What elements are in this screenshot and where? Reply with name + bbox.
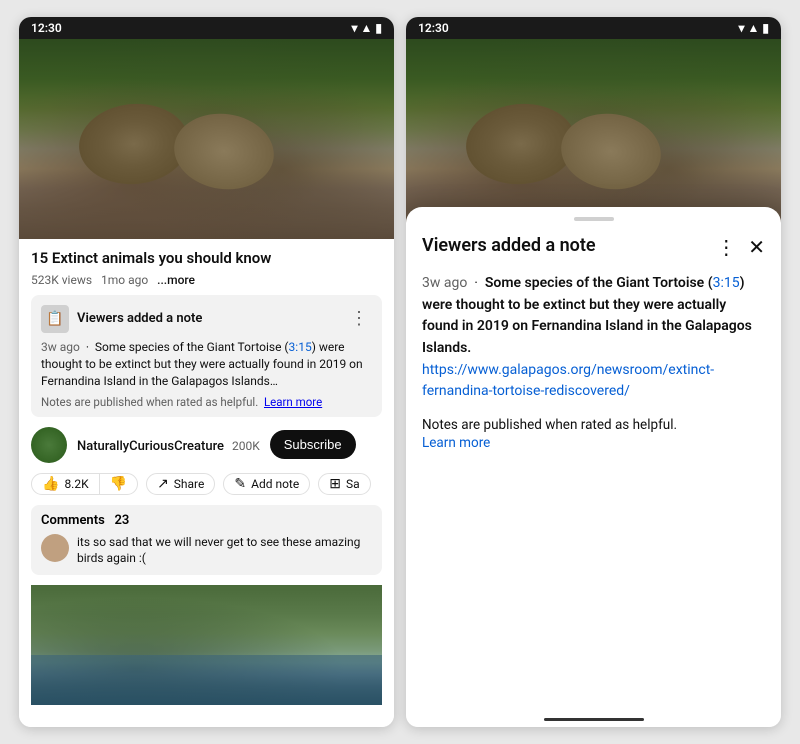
left-status-bar: 12:30 ▾ ▲ ▮ — [19, 17, 394, 39]
share-icon: ↗ — [157, 476, 169, 492]
published-text: Notes are published when rated as helpfu… — [41, 395, 258, 409]
note-published: Notes are published when rated as helpfu… — [41, 395, 372, 409]
note-header: 📋 Viewers added a note ⋮ — [41, 305, 372, 333]
like-icon: 👍 — [42, 476, 59, 492]
right-status-icons: ▾ ▲ ▮ — [738, 21, 769, 35]
sheet-note-published: Notes are published when rated as helpfu… — [422, 417, 765, 433]
sheet-url-link[interactable]: https://www.galapagos.org/newsroom/extin… — [422, 362, 714, 400]
note-timecode[interactable]: 3:15 — [289, 340, 312, 354]
action-bar: 👍 8.2K 👎 ↗ Share ✎ Add n — [31, 473, 382, 495]
bottom-sheet: Viewers added a note ⋮ ✕ 3w ago · Some s… — [406, 207, 781, 727]
add-note-icon: ✎ — [234, 476, 246, 492]
battery-icon: ▮ — [375, 21, 382, 35]
learn-more-link[interactable]: Learn more — [264, 395, 322, 409]
commenter-avatar — [41, 534, 69, 562]
comments-section: Comments 23 its so sad that we will neve… — [31, 505, 382, 576]
video-meta: 523K views 1mo ago ...more — [31, 273, 382, 287]
comments-label: Comments — [41, 513, 105, 528]
add-note-label: Add note — [251, 477, 299, 491]
subscribe-button[interactable]: Subscribe — [270, 430, 356, 459]
left-video-thumbnail[interactable] — [19, 39, 394, 239]
note-header-left: 📋 Viewers added a note — [41, 305, 202, 333]
more-label[interactable]: ...more — [157, 273, 195, 287]
note-age: 3w ago — [41, 340, 80, 354]
wifi-icon: ▾ — [351, 21, 357, 35]
sheet-timecode[interactable]: 3:15 — [713, 275, 740, 291]
add-note-button[interactable]: ✎ Add note — [224, 474, 309, 494]
like-button[interactable]: 👍 8.2K — [32, 474, 100, 494]
save-button[interactable]: ⊞ Sa — [319, 474, 369, 494]
note-text: 3w ago · Some species of the Giant Torto… — [41, 339, 372, 391]
channel-row: NaturallyCuriousCreature 200K Subscribe — [31, 427, 382, 463]
channel-count: 200K — [232, 439, 260, 453]
left-status-time: 12:30 — [31, 21, 62, 35]
note-icon: 📋 — [41, 305, 69, 333]
second-video-thumbnail[interactable] — [31, 585, 382, 705]
left-note-card: 📋 Viewers added a note ⋮ 3w ago · Some s… — [31, 295, 382, 417]
sheet-learn-more-link[interactable]: Learn more — [422, 435, 765, 451]
sheet-title: Viewers added a note — [422, 235, 716, 256]
comments-title: Comments 23 — [41, 513, 372, 528]
right-phone: 12:30 ▾ ▲ ▮ Viewers added a note ⋮ ✕ — [406, 17, 781, 727]
note-body-start: Some species of the Giant Tortoise ( — [95, 340, 289, 354]
video-age: 1mo ago — [101, 273, 148, 287]
left-phone: 12:30 ▾ ▲ ▮ 15 Extinct animals you shoul… — [19, 17, 394, 727]
channel-info: NaturallyCuriousCreature 200K — [77, 435, 260, 454]
sheet-body: 3w ago · Some species of the Giant Torto… — [422, 273, 765, 403]
note-title: Viewers added a note — [77, 311, 202, 326]
signal-icon: ▲ — [361, 21, 373, 35]
left-content: 15 Extinct animals you should know 523K … — [19, 239, 394, 727]
channel-name[interactable]: NaturallyCuriousCreature — [77, 439, 224, 454]
right-phone-bottom-bar — [544, 718, 644, 721]
comment-text: its so sad that we will never get to see… — [77, 534, 372, 568]
note-menu-button[interactable]: ⋮ — [346, 306, 372, 331]
dislike-icon: 👎 — [110, 476, 127, 492]
like-count: 8.2K — [64, 477, 88, 491]
channel-avatar[interactable] — [31, 427, 67, 463]
sheet-handle — [574, 217, 614, 221]
sheet-published-text: Notes are published when rated as helpfu… — [422, 417, 677, 433]
sheet-header-icons: ⋮ ✕ — [716, 235, 765, 259]
video-title: 15 Extinct animals you should know — [31, 249, 382, 269]
sheet-age: 3w ago — [422, 275, 467, 291]
sheet-menu-button[interactable]: ⋮ — [716, 235, 736, 259]
views-count: 523K views — [31, 273, 92, 287]
right-battery-icon: ▮ — [762, 21, 769, 35]
dislike-button[interactable]: 👎 — [100, 474, 137, 494]
right-signal-icon: ▲ — [748, 21, 760, 35]
left-status-icons: ▾ ▲ ▮ — [351, 21, 382, 35]
save-icon: ⊞ — [329, 476, 341, 492]
sheet-close-button[interactable]: ✕ — [748, 235, 765, 259]
sheet-header: Viewers added a note ⋮ ✕ — [422, 235, 765, 259]
comment-row: its so sad that we will never get to see… — [41, 534, 372, 568]
share-label: Share — [174, 477, 205, 491]
comments-count: 23 — [114, 513, 129, 528]
right-status-time: 12:30 — [418, 21, 449, 35]
phones-container: 12:30 ▾ ▲ ▮ 15 Extinct animals you shoul… — [3, 1, 797, 743]
share-button[interactable]: ↗ Share — [147, 474, 214, 494]
sheet-text-bold: Some species of the Giant Tortoise ( — [485, 275, 713, 291]
right-status-bar: 12:30 ▾ ▲ ▮ — [406, 17, 781, 39]
right-wifi-icon: ▾ — [738, 21, 744, 35]
save-label: Sa — [346, 477, 360, 491]
